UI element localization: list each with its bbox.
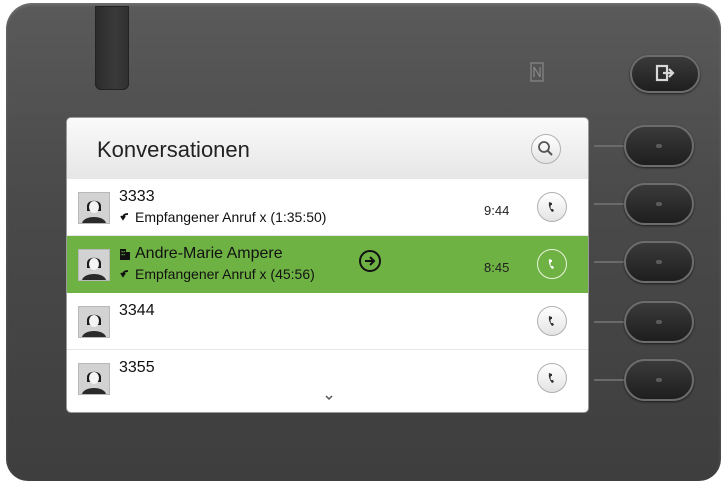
person-icon xyxy=(82,371,106,394)
softkey-dot xyxy=(656,320,662,324)
nfc-icon xyxy=(530,62,544,82)
call-time: 9:44 xyxy=(484,203,510,218)
list-item[interactable]: 3333 Empfangener Anruf x (1:35:50) 9:44 xyxy=(67,179,588,236)
phone-icon xyxy=(548,316,554,326)
contact-name: 3344 xyxy=(119,302,155,319)
display-screen: Konversationen 3333 Empfangener Anruf x … xyxy=(66,117,589,413)
incoming-call-icon xyxy=(120,270,129,278)
exit-icon xyxy=(655,64,675,82)
handset-cradle xyxy=(95,6,129,90)
phone-icon xyxy=(548,202,554,212)
phone-icon xyxy=(548,259,554,269)
contact-name: 3355 xyxy=(119,359,155,376)
arrow-right-icon xyxy=(365,256,376,266)
avatar xyxy=(78,363,110,395)
softkey-dot xyxy=(656,144,662,148)
softkey-dot xyxy=(656,378,662,382)
avatar xyxy=(78,306,110,338)
exit-button[interactable] xyxy=(630,55,700,93)
call-detail: Empfangener Anruf x (45:56) xyxy=(135,266,315,282)
call-button[interactable] xyxy=(537,363,567,393)
details-button[interactable] xyxy=(359,250,381,272)
softkey-2[interactable] xyxy=(624,183,694,225)
incoming-call-icon xyxy=(120,213,129,221)
avatar xyxy=(78,249,110,281)
call-button[interactable] xyxy=(537,249,567,279)
softkey-4[interactable] xyxy=(624,301,694,343)
softkey-dot xyxy=(656,260,662,264)
contact-name: Andre-Marie Ampere xyxy=(135,245,283,262)
contact-name: 3333 xyxy=(119,188,155,205)
call-button[interactable] xyxy=(537,306,567,336)
avatar xyxy=(78,192,110,224)
search-icon xyxy=(538,141,553,156)
call-time: 8:45 xyxy=(484,260,510,275)
chevron-down-icon[interactable] xyxy=(324,394,334,402)
softkey-5[interactable] xyxy=(624,359,694,401)
phone-icon xyxy=(548,373,554,383)
person-icon xyxy=(82,314,106,337)
softkey-dot xyxy=(656,202,662,206)
screen-header: Konversationen xyxy=(67,118,588,180)
page-title: Konversationen xyxy=(97,137,250,162)
list-item-selected[interactable]: Andre-Marie Ampere Empfangener Anruf x (… xyxy=(67,236,588,293)
person-icon xyxy=(82,200,106,223)
search-button[interactable] xyxy=(531,134,561,164)
call-detail: Empfangener Anruf x (1:35:50) xyxy=(135,209,327,225)
building-icon xyxy=(120,249,130,260)
softkey-3[interactable] xyxy=(624,241,694,283)
person-icon xyxy=(82,257,106,280)
list-item[interactable]: 3344 xyxy=(67,293,588,350)
softkey-1[interactable] xyxy=(624,125,694,167)
call-button[interactable] xyxy=(537,192,567,222)
